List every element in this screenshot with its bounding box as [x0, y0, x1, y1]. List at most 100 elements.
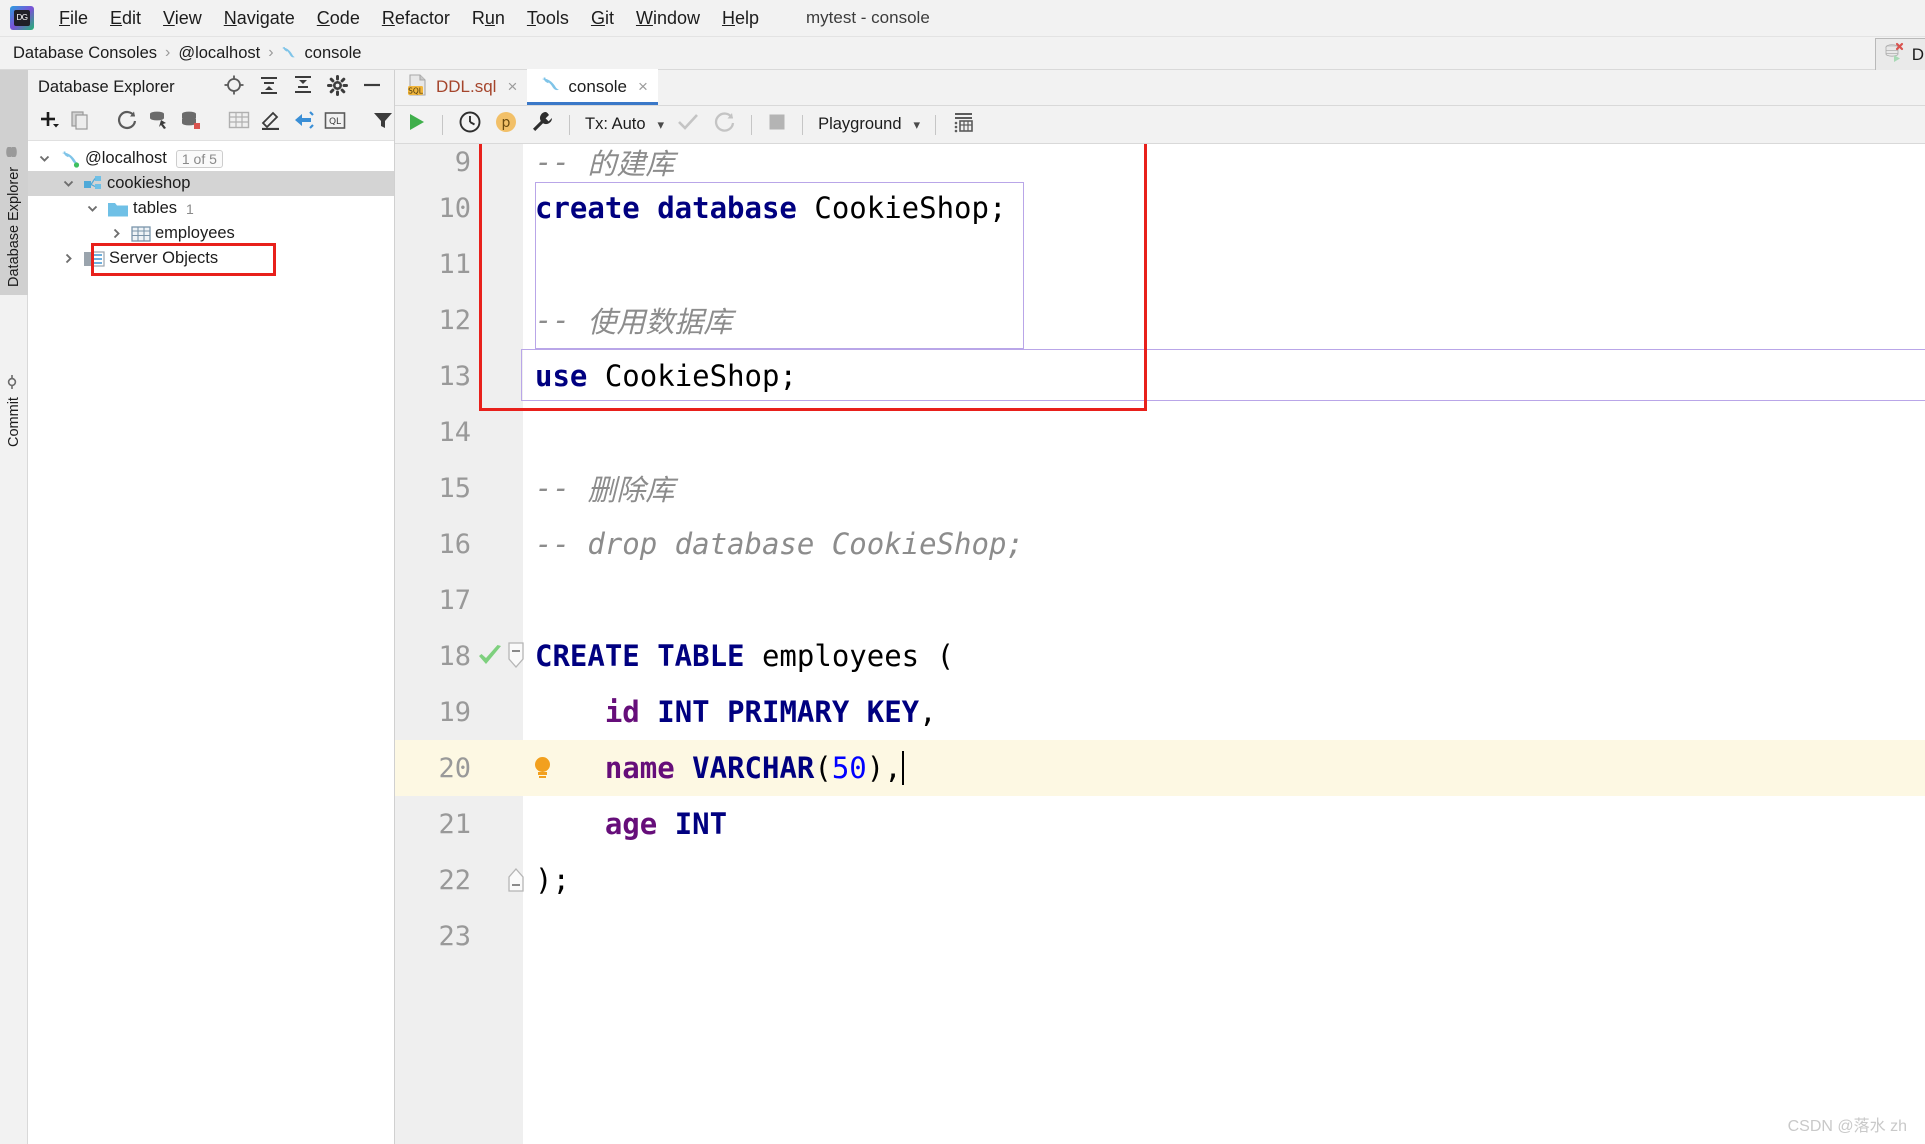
chevron-down-icon[interactable]: [84, 201, 100, 217]
jump-to-icon[interactable]: [292, 110, 314, 135]
filter-icon[interactable]: [372, 110, 394, 135]
breadcrumb: Database Consoles › @localhost › console: [0, 37, 1925, 70]
locate-icon[interactable]: [223, 74, 245, 101]
menu-item-navigate[interactable]: Navigate: [213, 5, 306, 32]
code-line-text: CREATE TABLE employees (: [535, 628, 954, 684]
close-icon[interactable]: ×: [507, 77, 517, 97]
menu-item-window[interactable]: Window: [625, 5, 711, 32]
menu-item-help[interactable]: Help: [711, 5, 770, 32]
menu-item-code[interactable]: Code: [306, 5, 371, 32]
fold-collapse-icon[interactable]: [503, 628, 529, 684]
run-script-icon[interactable]: [148, 109, 170, 136]
schema-icon: [83, 175, 103, 193]
line-number: 15: [438, 472, 471, 504]
code-line-22[interactable]: 22);: [395, 852, 1925, 908]
hide-panel-icon[interactable]: [362, 75, 382, 100]
menu-item-run[interactable]: Run: [461, 5, 516, 32]
editor-toolbar: p Tx: Auto ▾ Playground ▾: [395, 106, 1925, 144]
code-line-23[interactable]: 23: [395, 908, 1925, 964]
code-line-9[interactable]: 9 -- 的建库: [395, 144, 1925, 181]
table-icon[interactable]: [228, 110, 250, 135]
code-line-17[interactable]: 17: [395, 572, 1925, 628]
menu-item-file[interactable]: File: [48, 5, 99, 32]
menu-item-git[interactable]: Git: [580, 5, 625, 32]
line-number: 14: [438, 416, 471, 448]
code-line-21[interactable]: 21 age INT: [395, 796, 1925, 852]
menu-item-view[interactable]: View: [152, 5, 213, 32]
table-grid-icon: [131, 225, 151, 243]
chevron-down-icon[interactable]: [60, 176, 76, 192]
settings-gear-icon[interactable]: [327, 74, 348, 101]
refresh-icon[interactable]: [116, 109, 138, 136]
chevron-down-icon[interactable]: [36, 151, 52, 167]
code-line-18[interactable]: 18 CREATE TABLE employees (: [395, 628, 1925, 684]
code-lines[interactable]: 9 -- 的建库 10 create database CookieShop; 11 12…: [395, 144, 1925, 1144]
success-check-icon[interactable]: [477, 628, 503, 684]
code-line-19[interactable]: 19 id INT PRIMARY KEY,: [395, 684, 1925, 740]
tx-mode-label[interactable]: Tx: Auto: [585, 115, 646, 134]
code-token-plain: );: [535, 863, 570, 897]
expand-all-icon[interactable]: [259, 75, 279, 100]
output-table-icon[interactable]: [951, 111, 975, 138]
collapse-all-icon[interactable]: [293, 75, 313, 100]
menu-item-tools[interactable]: Tools: [516, 5, 580, 32]
tree-item-employees[interactable]: employees: [28, 221, 394, 246]
editor-tab-console[interactable]: console ×: [527, 69, 658, 105]
code-line-11[interactable]: 11: [395, 236, 1925, 292]
query-console-icon[interactable]: QL: [324, 111, 346, 135]
code-line-16[interactable]: 16 -- drop database CookieShop;: [395, 516, 1925, 572]
code-line-15[interactable]: 15 -- 删除库: [395, 460, 1925, 516]
chevron-down-icon[interactable]: ▾: [914, 117, 921, 133]
sidebar-tab-database-explorer[interactable]: Database Explorer: [0, 70, 28, 295]
menu-item-refactor[interactable]: Refactor: [371, 5, 461, 32]
wrench-icon[interactable]: [530, 110, 554, 139]
toolbar-separator: [751, 114, 753, 135]
tree-item-badge: 1 of 5: [175, 149, 223, 168]
code-token-ident: age: [604, 807, 658, 841]
close-icon[interactable]: ×: [638, 77, 648, 97]
editor-tab-bar: SQL DDL.sql × console ×: [395, 69, 1925, 106]
code-token-plain: employees (: [744, 639, 955, 673]
profile-p-icon[interactable]: p: [494, 110, 518, 139]
schema-selector-label[interactable]: Playground: [818, 115, 901, 134]
breadcrumb-item-console[interactable]: console: [302, 44, 365, 63]
add-icon[interactable]: [38, 109, 60, 136]
commit-tab-label: Commit: [6, 397, 22, 447]
code-token-ident: id: [604, 695, 640, 729]
breadcrumb-item-database-consoles[interactable]: Database Consoles: [10, 44, 160, 63]
chevron-right-icon[interactable]: [108, 226, 124, 242]
window-title: mytest - console: [806, 8, 930, 27]
edit-icon[interactable]: [260, 110, 282, 135]
editor-area: SQL DDL.sql × console × p Tx: Auto ▾ Pla…: [395, 69, 1925, 1144]
chevron-down-icon[interactable]: ▾: [658, 117, 665, 133]
chevron-right-icon[interactable]: [60, 251, 76, 267]
editor-tab-ddl-sql[interactable]: SQL DDL.sql ×: [395, 69, 527, 105]
code-line-10[interactable]: 10 create database CookieShop;: [395, 180, 1925, 236]
code-line-text: create database CookieShop;: [535, 180, 1006, 236]
line-number: 10: [438, 192, 471, 224]
menu-item-edit[interactable]: Edit: [99, 5, 152, 32]
database-widget-label: D: [1911, 44, 1924, 64]
tree-item-label: tables: [133, 199, 178, 217]
code-line-14[interactable]: 14: [395, 404, 1925, 460]
sidebar-tab-commit[interactable]: Commit: [0, 310, 28, 455]
tree-item-server-objects[interactable]: Server Objects: [28, 246, 394, 271]
breadcrumb-item-localhost[interactable]: @localhost: [175, 44, 263, 63]
tree-item-tables[interactable]: tables 1: [28, 196, 394, 221]
database-properties-icon[interactable]: [180, 109, 202, 136]
run-play-icon[interactable]: [405, 111, 427, 138]
code-line-20[interactable]: 20 name VARCHAR(50),: [395, 740, 1925, 796]
code-editor[interactable]: 9 -- 的建库 10 create database CookieShop; 11 12…: [395, 144, 1925, 1144]
code-line-12[interactable]: 12 -- 使用数据库: [395, 292, 1925, 348]
code-line-text: use CookieShop;: [535, 348, 797, 404]
tree-item-localhost[interactable]: @localhost 1 of 5: [28, 146, 394, 171]
database-explorer-panel: Database Explorer QL @localhost 1 of 5 c…: [28, 70, 395, 1144]
copy-icon[interactable]: [70, 110, 90, 135]
fold-end-icon[interactable]: [503, 852, 529, 908]
code-line-13[interactable]: 13 use CookieShop;: [395, 348, 1925, 404]
database-connection-widget[interactable]: D: [1874, 38, 1925, 71]
tree-item-cookieshop[interactable]: cookieshop: [28, 171, 394, 196]
history-clock-icon[interactable]: [458, 110, 482, 139]
